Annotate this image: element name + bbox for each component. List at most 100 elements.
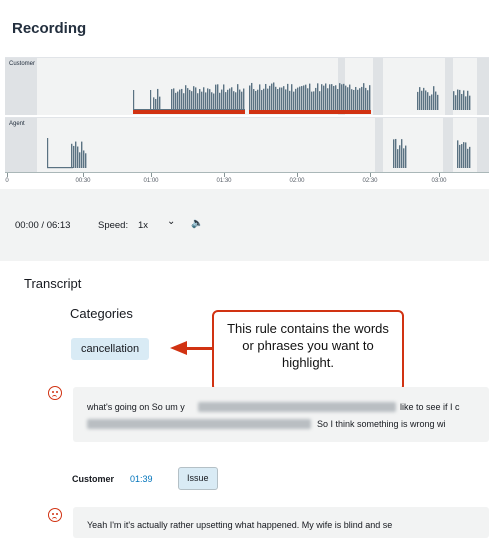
waveform-bar: [85, 153, 87, 168]
agent-track[interactable]: Agent: [5, 117, 489, 173]
category-badge[interactable]: cancellation: [71, 338, 150, 360]
waveform-bar: [199, 89, 201, 110]
waveform-bar: [437, 94, 439, 110]
callout-annotation: This rule contains the words or phrases …: [212, 310, 404, 392]
waveform-bar: [281, 87, 283, 110]
speed-value[interactable]: 1x: [138, 220, 148, 231]
waveform-bar: [201, 91, 203, 110]
waveform-bar: [237, 84, 239, 110]
waveform-bar: [253, 89, 255, 110]
sad-face-icon: [48, 508, 62, 522]
waveform-bar: [251, 82, 253, 110]
waveform-bar: [311, 91, 313, 110]
redacted-text: [87, 419, 311, 429]
waveform-bar: [291, 84, 293, 110]
waveform-bar: [457, 89, 459, 110]
message-text: what's going on So um y: [87, 402, 185, 412]
waveform-bar: [399, 145, 401, 168]
waveform-bar: [271, 83, 273, 110]
categories-title: Categories: [70, 306, 133, 321]
waveform-bar: [393, 139, 395, 168]
waveform-bar: [287, 83, 289, 110]
waveform-bar: [243, 88, 245, 110]
waveform-bar: [277, 89, 279, 110]
waveform-bar: [461, 144, 463, 168]
message-text: So I think something is wrong wi: [317, 419, 446, 429]
waveform-bar: [265, 83, 267, 110]
timeline-tick-label: 01:00: [143, 178, 159, 184]
waveform-bar: [217, 84, 219, 110]
waveform-baseline: [133, 109, 245, 110]
waveform-bar: [469, 146, 471, 168]
transcript-title: Transcript: [24, 276, 82, 291]
playback-position: 00:00 / 06:13: [15, 220, 71, 231]
recording-panel: Recording Customer Agent 0 00:30 01:00 0…: [0, 0, 489, 262]
waveform-bar: [301, 86, 303, 110]
transcript-message: Yeah I'm it's actually rather upsetting …: [73, 507, 489, 538]
waveform-bar: [273, 82, 275, 110]
waveform-bar: [173, 88, 175, 110]
timeline-tick-label: 03:00: [431, 178, 447, 184]
waveform-bar: [357, 89, 359, 110]
waveform-bar: [47, 138, 49, 168]
waveform-bar: [427, 92, 429, 110]
chevron-down-icon[interactable]: ⌄: [167, 216, 175, 227]
timeline-tick: [224, 173, 225, 177]
waveform-bar: [295, 88, 297, 110]
timeline-tick: [297, 173, 298, 177]
waveform-bar: [331, 84, 333, 110]
waveform-bar: [257, 89, 259, 110]
waveform-bar: [133, 90, 135, 110]
timestamp-link[interactable]: 01:39: [130, 474, 153, 484]
waveform-bar: [343, 83, 345, 110]
waveform-bar: [187, 88, 189, 110]
waveform-bar: [395, 138, 397, 168]
waveform-bar: [289, 90, 291, 110]
timeline-tick: [439, 173, 440, 177]
waveform-bar: [327, 88, 329, 110]
waveform-bar: [259, 84, 261, 110]
callout-arrow-line: [186, 347, 212, 350]
issue-badge[interactable]: Issue: [178, 467, 218, 490]
timeline-tick: [151, 173, 152, 177]
customer-track[interactable]: Customer: [5, 57, 489, 115]
waveform-bar: [157, 88, 159, 110]
volume-icon[interactable]: 🔈: [191, 218, 203, 229]
waveform-bar: [213, 93, 215, 110]
waveform-bar: [153, 97, 155, 110]
waveform-bar: [179, 89, 181, 110]
waveform-bar: [455, 95, 457, 110]
waveform-bar: [195, 87, 197, 110]
waveform-bar: [255, 90, 257, 110]
waveform-bar: [150, 90, 152, 110]
timeline-axis[interactable]: 0 00:30 01:00 01:30 02:00 02:30 03:00: [5, 172, 489, 190]
waveform-bar: [233, 91, 235, 110]
waveform-bar: [241, 91, 243, 110]
waveform-bar: [431, 94, 433, 110]
waveform-bar: [261, 90, 263, 110]
speed-label: Speed:: [98, 220, 129, 231]
waveform-bar: [459, 89, 461, 110]
waveform-bar: [465, 96, 467, 110]
agent-waveform: [47, 138, 471, 169]
waveform-bar: [191, 91, 193, 110]
waveform-bar: [181, 88, 183, 110]
waveform-baseline: [47, 167, 73, 169]
timeline-tick: [83, 173, 84, 177]
playback-controls: 00:00 / 06:13 Speed: 1x ⌄ 🔈: [0, 189, 489, 261]
waveform-bar: [197, 93, 199, 110]
waveform-bar: [313, 91, 315, 110]
timeline-tick: [370, 173, 371, 177]
waveform-bar: [171, 89, 173, 110]
redacted-text: [198, 402, 396, 412]
waveform-bar: [351, 89, 353, 110]
waveform-bar: [461, 93, 463, 110]
recording-title: Recording: [12, 20, 87, 37]
waveform-bar: [81, 141, 83, 168]
waveform-bar: [293, 91, 295, 110]
waveform-bar: [469, 95, 471, 110]
waveform-bar: [349, 84, 351, 110]
waveform-bar: [185, 85, 187, 110]
waveform-bar: [79, 152, 81, 168]
waveform-bar: [193, 86, 195, 110]
